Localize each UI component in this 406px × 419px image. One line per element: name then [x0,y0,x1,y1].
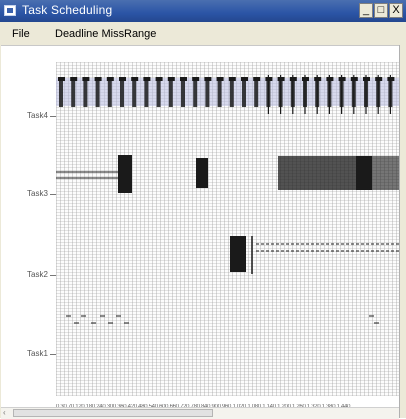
task4-job-cap [106,77,114,81]
close-button[interactable]: X [389,3,403,18]
task4-job-block [181,81,185,107]
scrollbar-thumb[interactable] [13,409,213,417]
task4-job-block [59,81,63,107]
vertical-scrollbar[interactable] [399,45,406,418]
window-title: Task Scheduling [22,3,113,17]
horizontal-scrollbar[interactable]: ‹ [1,407,399,419]
task4-job-block [217,81,222,107]
task4-job-cap [216,77,224,81]
task2-job-block [230,236,246,272]
task4-job-cap [192,77,200,81]
task4-job-block [83,81,88,107]
title-bar[interactable]: Task Scheduling _ □ X [0,0,406,22]
task3-job-block [118,155,132,193]
task4-job-cap [241,77,248,81]
maximize-button[interactable]: □ [374,3,388,18]
task4-job-block [193,81,198,107]
task4-job-cap [253,77,261,81]
task4-job-cap [70,77,78,81]
task4-job-cap [58,77,65,81]
task4-job-block [168,81,173,107]
task3-job-block [356,156,372,190]
app-icon [4,5,16,16]
task4-job-block [144,81,149,107]
task4-job-cap [180,77,187,81]
task4-job-cap [143,77,151,81]
task4-job-block [242,81,246,107]
task4-job-cap [94,77,102,81]
gantt-svg [56,75,406,324]
menu-range[interactable]: Range [124,28,156,40]
menu-bar: File Deadline Miss Range [0,24,406,44]
task4-job-cap [228,77,236,81]
task4-job-cap [131,77,139,81]
task4-job-cap [82,77,90,81]
menu-deadline-miss[interactable]: Deadline Miss [55,28,124,40]
scroll-left-icon[interactable]: ‹ [3,408,6,417]
task4-job-cap [119,77,126,81]
task4-job-block [71,81,76,107]
task4-job-block [95,81,100,107]
task4-job-block [229,81,234,107]
gantt-plot[interactable] [56,62,406,396]
task-label-task1: Task1 [27,349,48,358]
task-label-task2: Task2 [27,270,48,279]
task3-job-block [278,156,366,190]
task3-job-block [196,158,208,188]
task4-job-block [120,81,124,107]
task-label-task4: Task4 [27,111,48,120]
task4-job-block [132,81,137,107]
task-label-task3: Task3 [27,189,48,198]
task4-job-block [254,81,259,107]
task4-job-cap [204,77,212,81]
task4-job-block [205,81,210,107]
task4-job-cap [155,77,163,81]
task4-job-cap [167,77,175,81]
task4-job-block [156,81,161,107]
task4-job-block [107,81,112,107]
app-window: Task Scheduling _ □ X File Deadline Miss… [0,0,406,419]
minimize-button[interactable]: _ [359,3,373,18]
menu-file[interactable]: File [12,28,30,40]
